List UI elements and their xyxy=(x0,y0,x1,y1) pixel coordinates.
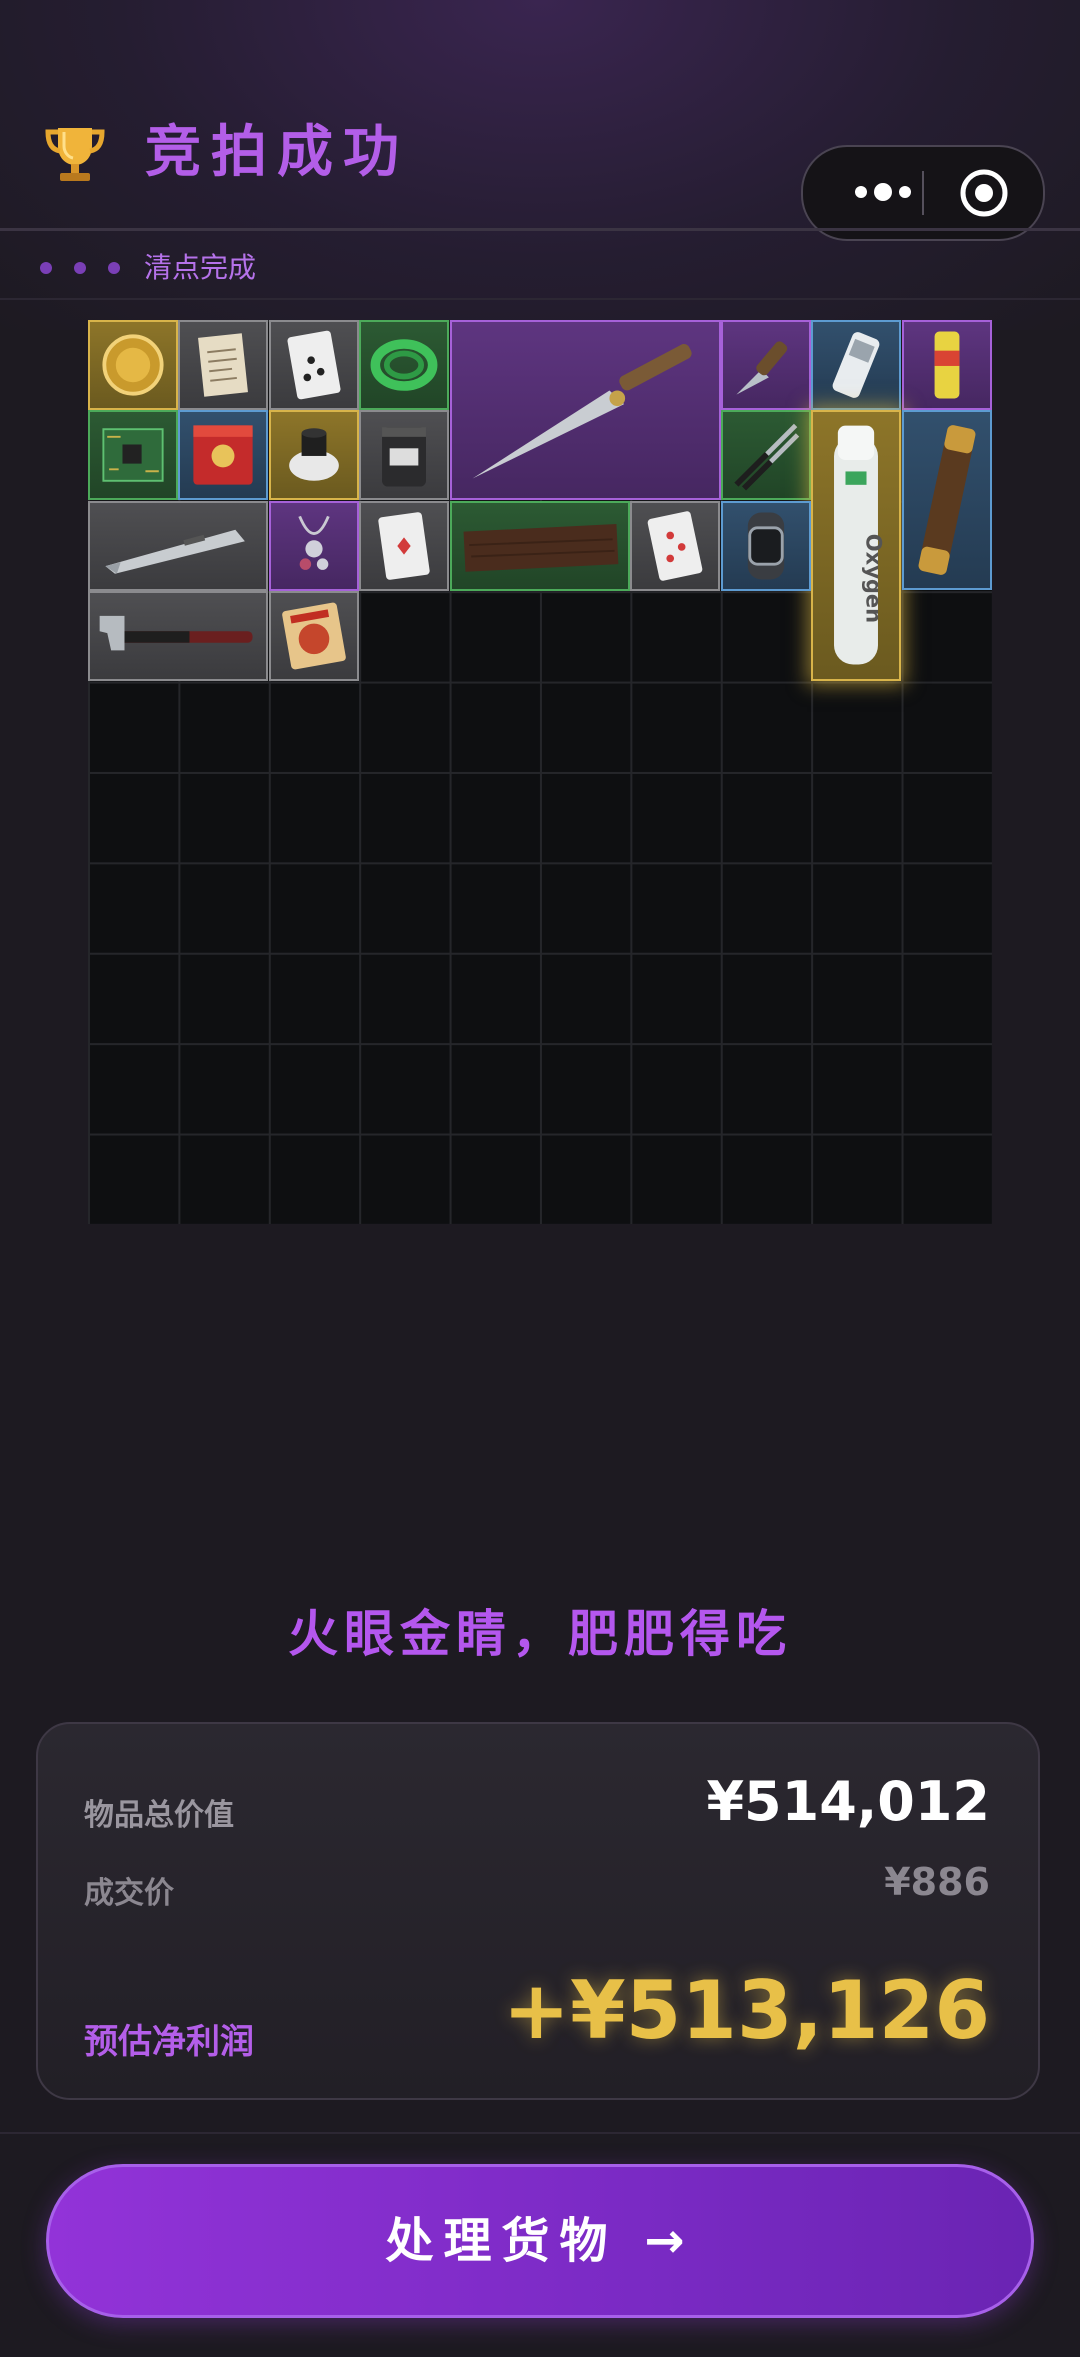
item-mp3-player[interactable] xyxy=(811,320,902,410)
item-hammer[interactable] xyxy=(88,591,268,682)
profit-label: 预估净利润 xyxy=(84,2022,254,2062)
noodle-pack-icon xyxy=(281,602,346,670)
item-gas-filter[interactable] xyxy=(268,410,359,501)
item-playing-card-diamonds[interactable] xyxy=(359,500,450,591)
item-silver-necklace[interactable] xyxy=(268,500,359,591)
oxygen-tank-icon: Oxygen xyxy=(834,425,887,665)
item-circuit-board[interactable] xyxy=(88,410,178,501)
item-noodle-pack[interactable] xyxy=(268,591,359,682)
watch-icon xyxy=(747,512,784,580)
necklace-icon xyxy=(298,515,330,570)
medallion-icon xyxy=(102,334,164,396)
more-dots-icon[interactable] xyxy=(843,169,927,215)
jar-icon xyxy=(382,427,427,487)
progress-dot xyxy=(74,262,86,274)
section-divider xyxy=(0,298,1080,300)
pliers-icon xyxy=(734,424,800,491)
item-green-cable-coil[interactable] xyxy=(359,320,450,410)
item-wooden-plank[interactable] xyxy=(449,500,630,591)
total-value-label: 物品总价值 xyxy=(84,1798,234,1833)
playing-card-icon xyxy=(287,330,341,400)
deal-price-label: 成交价 xyxy=(84,1876,174,1911)
playing-card-icon xyxy=(378,512,430,580)
item-folding-knife[interactable] xyxy=(720,320,811,410)
header: 竞拍成功 xyxy=(0,0,1080,241)
target-circle-icon[interactable] xyxy=(958,167,1010,219)
progress-dot xyxy=(108,262,120,274)
item-red-tin-box[interactable] xyxy=(178,410,269,501)
circuit-board-icon xyxy=(102,428,164,483)
item-playing-card-hearts[interactable] xyxy=(630,500,721,591)
document-icon xyxy=(198,333,249,397)
item-oxygen-tank[interactable]: Oxygen xyxy=(811,410,902,682)
item-paper-document[interactable] xyxy=(178,320,269,410)
slogan: 火眼金睛，肥肥得吃 xyxy=(288,1605,792,1663)
item-brass-telescope[interactable] xyxy=(901,410,992,591)
footer-divider xyxy=(0,2132,1080,2134)
profit-value: +¥513,126 xyxy=(502,1964,990,2057)
header-divider xyxy=(0,228,1080,231)
progress-label: 清点完成 xyxy=(144,251,257,284)
capsule-divider xyxy=(922,171,924,215)
telescope-icon xyxy=(918,425,976,576)
knife-icon xyxy=(472,344,692,479)
plank-icon xyxy=(463,523,618,572)
page-title: 竞拍成功 xyxy=(145,120,409,185)
process-goods-button[interactable]: 处理货物 → xyxy=(46,2164,1034,2318)
process-goods-label: 处理货物 → xyxy=(385,2213,695,2269)
item-protein-jar[interactable] xyxy=(359,410,450,501)
folding-knife-icon xyxy=(736,341,787,395)
gas-filter-icon xyxy=(288,428,339,482)
item-energy-can[interactable] xyxy=(901,320,992,410)
utility-knife-icon xyxy=(105,529,245,574)
item-smart-watch[interactable] xyxy=(720,500,811,591)
tin-box-icon xyxy=(193,425,254,486)
progress-dot xyxy=(40,262,52,274)
can-icon xyxy=(934,331,960,399)
item-gold-medallion[interactable] xyxy=(88,320,178,410)
mp3-player-icon xyxy=(832,332,880,398)
trophy-icon xyxy=(45,128,105,181)
summary-card: 物品总价值 ¥514,012 成交价 ¥886 预估净利润 +¥513,126 xyxy=(36,1722,1040,2100)
item-combat-knife[interactable] xyxy=(449,320,721,500)
item-utility-knife[interactable] xyxy=(88,500,268,591)
item-pliers[interactable] xyxy=(720,410,811,501)
oxygen-label: Oxygen xyxy=(862,534,887,623)
hammer-icon xyxy=(99,616,253,651)
total-value: ¥514,012 xyxy=(706,1770,990,1833)
inventory-grid: Oxygen xyxy=(88,320,992,1224)
playing-card-icon xyxy=(648,511,703,581)
mini-program-capsule xyxy=(801,145,1045,241)
deal-price: ¥886 xyxy=(884,1860,990,1904)
item-playing-card-spades[interactable] xyxy=(268,320,359,410)
cable-coil-icon xyxy=(370,339,438,391)
